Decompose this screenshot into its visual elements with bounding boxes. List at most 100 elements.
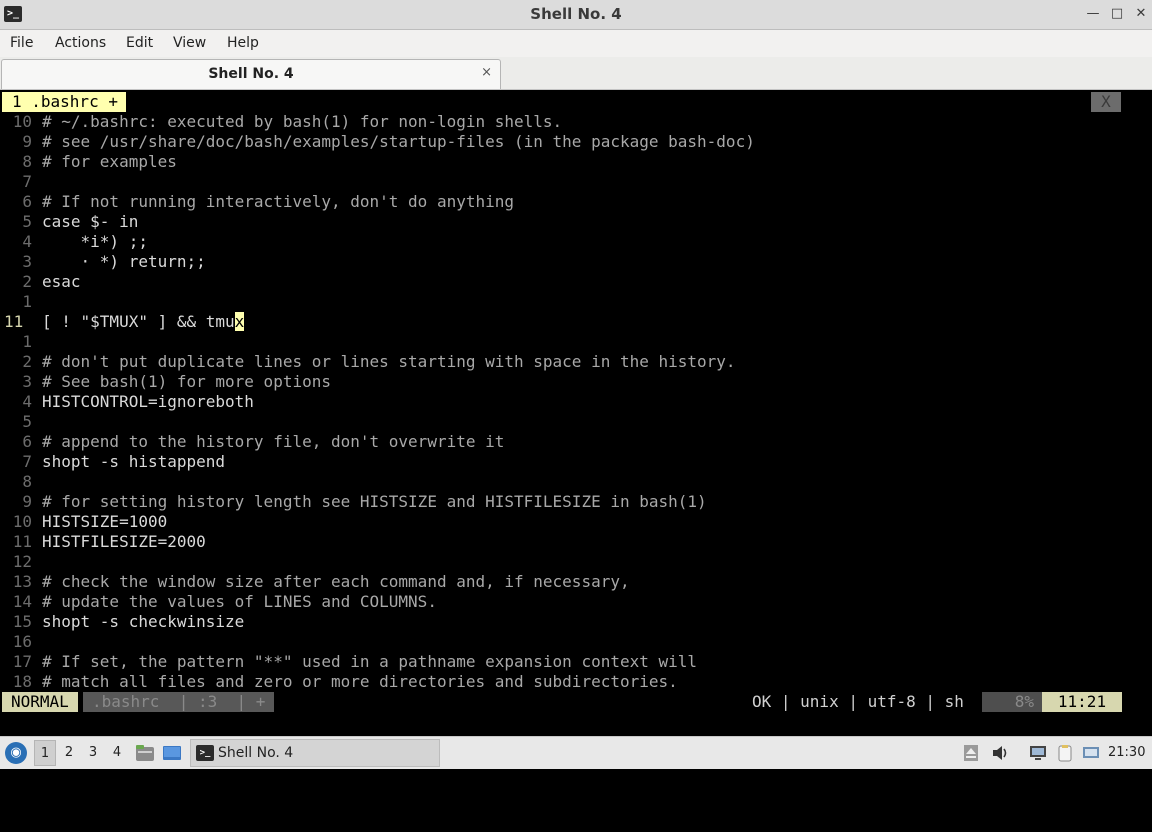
line-number: 14 [12,592,32,611]
line-text: # for examples [42,152,177,171]
line-text: HISTFILESIZE=2000 [42,532,206,551]
line-text: # ~/.bashrc: executed by bash(1) for non… [42,112,563,131]
workspace-4[interactable]: 4 [106,740,128,766]
editor-line: 13 # check the window size after each com… [0,572,1152,592]
taskbar: ◉ 1 2 3 4 >_ Shell No. 4 21:30 [0,736,1152,769]
editor-line: 3 · *) return;; [0,252,1152,272]
line-number: 6 [22,192,32,211]
line-code: shopt -s checkwinsize [42,612,244,632]
eject-icon[interactable] [962,744,980,762]
terminal-area[interactable]: 1 .bashrc + X 10 # ~/.bashrc: executed by… [0,90,1152,732]
show-desktop-icon[interactable] [162,743,182,763]
line-number: 11 [12,532,32,551]
editor-line: 7 shopt -s histappend [0,452,1152,472]
vim-statusline: NORMAL .bashrc | :3 | + OK | unix | utf-… [0,692,1152,712]
line-code: HISTFILESIZE=2000 [42,532,206,552]
line-number: 3 [22,372,32,391]
menu-view[interactable]: View [173,30,206,56]
close-window-button[interactable]: ✕ [1132,5,1150,23]
tab-label: Shell No. 4 [208,66,294,82]
buffer-close-button[interactable]: X [1091,92,1121,112]
menu-help[interactable]: Help [227,30,259,56]
line-number: 5 [22,412,32,431]
line-code: # update the values of LINES and COLUMNS… [42,592,437,612]
editor-line: 5 case $- in [0,212,1152,232]
line-code: # for setting history length see HISTSIZ… [42,492,707,512]
clipboard-icon[interactable] [1056,744,1074,762]
editor-line: 16 [0,632,1152,652]
editor-line: 2 # don't put duplicate lines or lines st… [0,352,1152,372]
volume-icon[interactable] [991,744,1009,762]
line-code: # match all files and zero or more direc… [42,672,678,692]
editor-line: 3 # See bash(1) for more options [0,372,1152,392]
workspace-2[interactable]: 2 [58,740,80,766]
line-number: 4 [22,392,32,411]
line-number: 11 [4,312,24,331]
editor-line: 9 # see /usr/share/doc/bash/examples/star… [0,132,1152,152]
line-code: # ~/.bashrc: executed by bash(1) for non… [42,112,562,132]
status-file: .bashrc | :3 | + [83,692,275,712]
line-code: # If not running interactively, don't do… [42,192,514,212]
workspace-3[interactable]: 3 [82,740,104,766]
menu-file[interactable]: File [10,30,33,56]
title-bar: >_ Shell No. 4 — □ ✕ [0,0,1152,30]
line-number: 1 [22,292,32,311]
workspace-1[interactable]: 1 [34,740,56,766]
line-code: esac [42,272,81,292]
minimize-button[interactable]: — [1084,5,1102,23]
line-number: 10 [12,512,32,531]
start-menu-icon[interactable]: ◉ [5,742,27,764]
line-text: # match all files and zero or more direc… [42,672,678,691]
taskbar-shell-task[interactable]: >_ Shell No. 4 [190,739,440,767]
line-code: case $- in [42,212,138,232]
line-text: # update the values of LINES and COLUMNS… [42,592,437,611]
line-code: [ ! "$TMUX" ] && tmux [42,312,245,332]
line-code: # check the window size after each comma… [42,572,630,592]
file-manager-icon[interactable] [135,743,155,763]
line-code: · *) return;; [42,252,206,272]
editor-line: 12 [0,552,1152,572]
editor-line: 4 HISTCONTROL=ignoreboth [0,392,1152,412]
tab-close-icon[interactable]: × [481,60,492,86]
line-code: HISTCONTROL=ignoreboth [42,392,254,412]
line-number: 2 [22,352,32,371]
menu-actions[interactable]: Actions [55,30,106,56]
line-number: 10 [12,112,32,131]
editor-line: 1 [0,292,1152,312]
line-number: 15 [12,612,32,631]
line-number: 5 [22,212,32,231]
buffer-tabline: 1 .bashrc + X [0,92,1152,112]
line-text: # for setting history length see HISTSIZ… [42,492,707,511]
line-code: # append to the history file, don't over… [42,432,504,452]
tab-shell-4[interactable]: Shell No. 4 × [1,59,501,89]
line-number: 12 [12,552,32,571]
line-code: *i*) ;; [42,232,148,252]
editor-line: 6 # If not running interactively, don't d… [0,192,1152,212]
network-icon[interactable] [1029,744,1047,762]
line-text: shopt -s checkwinsize [42,612,245,631]
editor-line: 11 HISTFILESIZE=2000 [0,532,1152,552]
buffer-tab[interactable]: 1 .bashrc + [2,92,126,112]
notification-icon[interactable] [1082,744,1100,762]
line-text: · *) return;; [42,252,206,271]
terminal-task-icon: >_ [196,745,214,761]
line-number: 4 [22,232,32,251]
line-code: # don't put duplicate lines or lines sta… [42,352,736,372]
status-mode: NORMAL [2,692,78,712]
maximize-button[interactable]: □ [1108,5,1126,23]
editor-line: 10 # ~/.bashrc: executed by bash(1) for n… [0,112,1152,132]
line-text: HISTCONTROL=ignoreboth [42,392,254,411]
line-number: 13 [12,572,32,591]
line-number: 9 [22,132,32,151]
editor-line: 18 # match all files and zero or more dir… [0,672,1152,692]
status-info: OK | unix | utf-8 | sh [752,692,964,711]
editor-lines: 10 # ~/.bashrc: executed by bash(1) for n… [0,112,1152,692]
line-text: # See bash(1) for more options [42,372,331,391]
line-text: # don't put duplicate lines or lines sta… [42,352,736,371]
menu-edit[interactable]: Edit [126,30,153,56]
editor-line: 14 # update the values of LINES and COLUM… [0,592,1152,612]
status-position: 11:21 [1042,692,1122,712]
line-number: 3 [22,252,32,271]
line-text: # see /usr/share/doc/bash/examples/start… [42,132,755,151]
line-number: 18 [12,672,32,691]
